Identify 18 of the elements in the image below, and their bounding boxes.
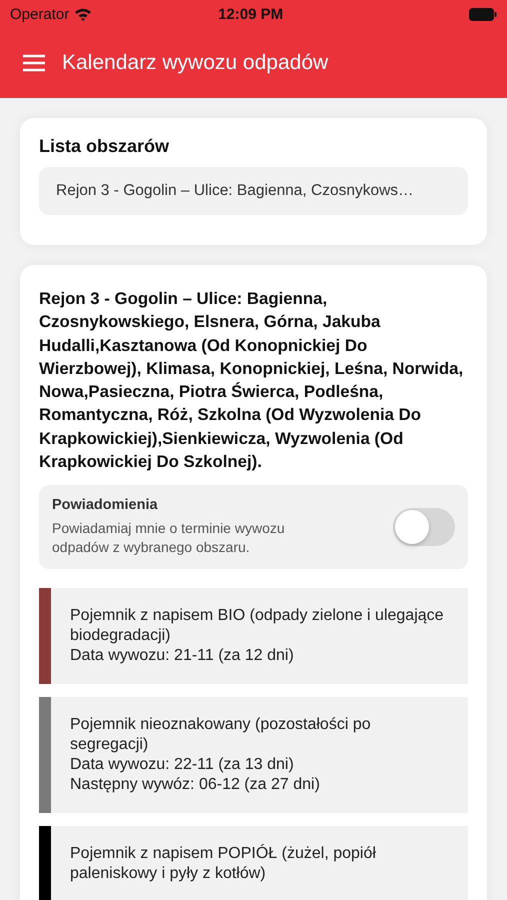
card-title: Lista obszarów <box>39 136 170 157</box>
bin-text: Pojemnik z napisem POPIÓŁ (żużel, popiół paleniskowy i pyły z kotłów) <box>70 844 377 884</box>
carrier-name: Operator <box>10 6 70 22</box>
bin-text: Pojemnik z napisem BIO (odpady zielone i ulegające biodegradacji) <box>70 606 445 646</box>
area-title: Rejon 3 - Gogolin – Ulice: Bagienna, Czosnykowskiego, Elsnera, Górna, Jakuba Hudalli,Kasztanowa (Od Konopnickiej Do Wierzbowej), Klimasa, Konopnickiej, Leśna, Norwida, Nowa,Pasieczna, Piotra Świerca, Podleśna, Romantyczna, Róż, Szkolna (Od Wyzwolenia Do Krapkowickiej),Sienkiewicza, Wyzwolenia (Od Krapkowickiej Do Szkolnej). <box>39 288 464 474</box>
battery-icon <box>469 8 497 20</box>
menu-icon[interactable] <box>22 54 46 72</box>
bin-text: Pojemnik nieoznakowany (pozostałości po segregacji) <box>70 715 372 756</box>
app-title: Kalendarz wywozu odpadów <box>62 51 328 75</box>
bin-text: Data wywozu: 22-11 (za 13 dni) <box>70 755 295 776</box>
area-select[interactable]: Rejon 3 - Gogolin – Ulice: Bagienna, Czosnykows… <box>39 167 468 215</box>
bin-text: Data wywozu: 21-11 (za 12 dni) <box>70 646 295 666</box>
clock-time: 12:09 PM <box>217 6 284 22</box>
notifications-toggle[interactable] <box>393 508 455 546</box>
notifications-title: Powiadomienia <box>52 497 159 514</box>
wifi-icon <box>74 7 92 21</box>
notifications-description: Powiadamiaj mnie o terminie wywozu odpadów z wybranego obszaru. <box>52 519 286 558</box>
bin-text: Następny wywóz: 06-12 (za 27 dni) <box>70 775 321 796</box>
